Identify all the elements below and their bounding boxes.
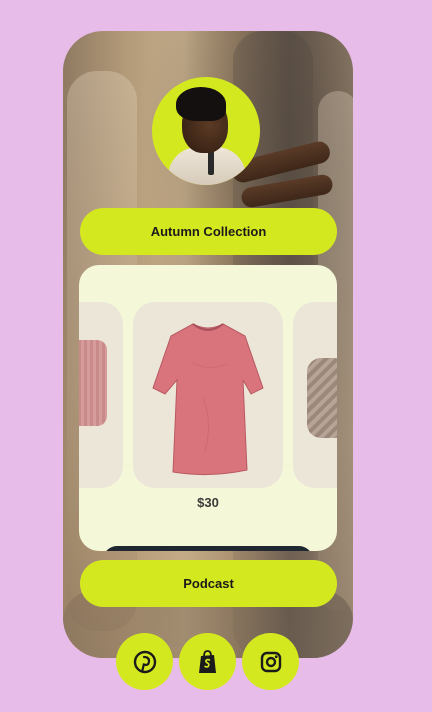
avatar-hair <box>176 87 226 121</box>
autumn-collection-button[interactable]: Autumn Collection <box>80 208 337 255</box>
product-price: $30 <box>197 495 219 510</box>
pinterest-icon <box>133 650 156 673</box>
autumn-collection-label: Autumn Collection <box>150 224 267 239</box>
shopify-icon <box>198 649 216 673</box>
knit-hat-icon <box>307 358 337 438</box>
product-carousel[interactable]: $30 <box>79 265 337 551</box>
pinterest-button[interactable] <box>116 633 173 690</box>
instagram-icon <box>260 651 281 672</box>
next-link-preview <box>103 546 313 551</box>
shopify-button[interactable] <box>179 633 236 690</box>
product-tile-beanie[interactable] <box>79 302 123 488</box>
product-tile-knit-hat[interactable] <box>293 302 337 488</box>
product-tile-tshirt[interactable] <box>133 302 283 488</box>
avatar <box>152 77 260 185</box>
podcast-button[interactable]: Podcast <box>80 560 337 607</box>
pink-beanie-icon <box>79 340 107 426</box>
instagram-button[interactable] <box>242 633 299 690</box>
pink-tshirt-icon <box>152 323 264 476</box>
podcast-label: Podcast <box>183 576 234 591</box>
link-in-bio-page: Autumn Collection $30 Podcast <box>0 0 432 712</box>
